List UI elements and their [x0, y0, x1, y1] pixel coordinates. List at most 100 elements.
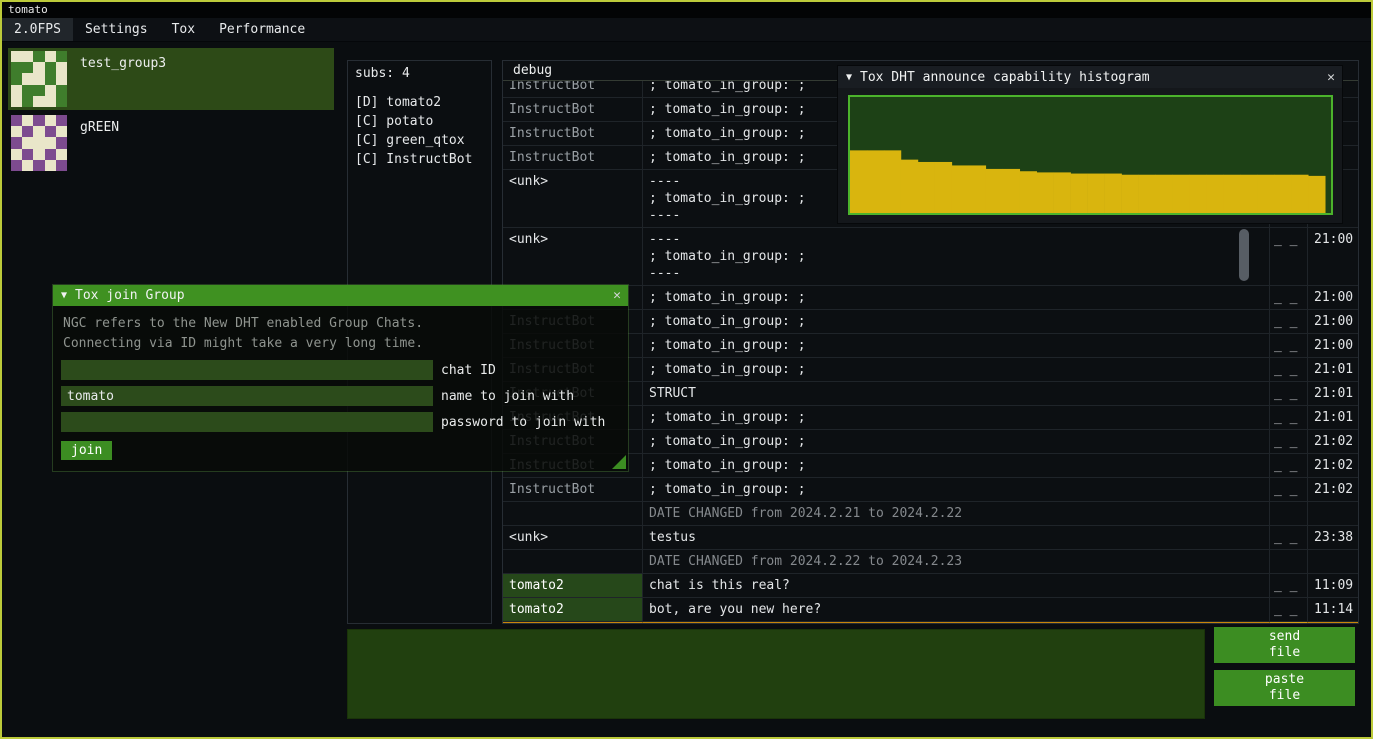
chat-sender — [503, 502, 643, 525]
chat-row[interactable]: DATE CHANGED from 2024.2.21 to 2024.2.22 — [503, 502, 1358, 526]
join-field-name-to-join-with[interactable] — [61, 386, 433, 406]
join-field-label: name to join with — [441, 389, 574, 404]
chat-flags — [1270, 550, 1308, 573]
close-icon[interactable]: ✕ — [1320, 70, 1342, 85]
group-name: test_group3 — [80, 56, 166, 71]
chat-flags: _ _ — [1270, 478, 1308, 501]
member-item[interactable]: [D] tomato2 — [348, 93, 491, 112]
group-name: gREEN — [80, 120, 119, 135]
chat-row[interactable]: InstructBot; tomato_in_group: ;_ _21:02 — [503, 430, 1358, 454]
chat-message: testus — [643, 526, 1270, 549]
chat-sender: <unk> — [503, 526, 643, 549]
dht-histogram-plot[interactable] — [848, 95, 1333, 215]
chat-flags: _ _ — [1270, 286, 1308, 309]
app-window: tomato 2.0FPSSettingsToxPerformance test… — [0, 0, 1373, 739]
chat-sender: tomato2 — [503, 598, 643, 621]
chat-row[interactable]: tomato2chat is this real?_ _11:09 — [503, 574, 1358, 598]
chat-timestamp: 11:15 — [1308, 622, 1358, 623]
chat-sender: InstructBot — [503, 122, 643, 145]
chat-row[interactable]: InstructBot; tomato_in_group: ;_ _21:00 — [503, 310, 1358, 334]
dht-histogram-window: ▼ Tox DHT announce capability histogram … — [837, 65, 1343, 224]
chat-flags: _ _ — [1270, 574, 1308, 597]
chat-row[interactable]: InstructBot; tomato_in_group: ;_ _21:01 — [503, 406, 1358, 430]
join-group-title: Tox join Group — [75, 288, 606, 303]
group-avatar — [11, 51, 67, 107]
chat-flags: _ _ — [1270, 310, 1308, 333]
collapse-arrow-icon[interactable]: ▼ — [838, 72, 860, 83]
menu-item-performance[interactable]: Performance — [207, 18, 317, 41]
chat-row[interactable]: InstructBotSTRUCT_ _21:01 — [503, 382, 1358, 406]
group-item-test_group3[interactable]: test_group3 — [8, 48, 334, 110]
dht-histogram-bars — [850, 97, 1331, 213]
chat-row[interactable]: <unk>testus_ _23:38 — [503, 526, 1358, 550]
chat-timestamp — [1308, 550, 1358, 573]
chat-timestamp: 21:01 — [1308, 382, 1358, 405]
chat-message: ; tomato_in_group: ; — [643, 406, 1270, 429]
chat-sender: <unk> — [503, 170, 643, 227]
chat-sender: InstructBot — [503, 146, 643, 169]
message-input[interactable] — [347, 629, 1205, 719]
chat-row[interactable]: InstructBot; tomato_in_group: ;_ _21:01 — [503, 358, 1358, 382]
resize-grip[interactable] — [612, 455, 626, 469]
menubar: 2.0FPSSettingsToxPerformance — [2, 18, 1371, 42]
menu-item-settings[interactable]: Settings — [73, 18, 160, 41]
chat-sender: <unk> — [503, 228, 643, 285]
chat-message: chat is this real? — [643, 574, 1270, 597]
chat-timestamp: 21:02 — [1308, 478, 1358, 501]
paste-file-button[interactable]: paste file — [1214, 670, 1355, 706]
chat-sender: InstructBot — [503, 98, 643, 121]
chat-message: ; tomato_in_group: ; — [643, 334, 1270, 357]
chat-timestamp: 21:01 — [1308, 358, 1358, 381]
member-item[interactable]: [C] potato — [348, 112, 491, 131]
chat-row[interactable]: InstructBot; tomato_in_group: ;_ _21:00 — [503, 286, 1358, 310]
chat-timestamp: 21:01 — [1308, 406, 1358, 429]
chat-message: ; tomato_in_group: ; — [643, 478, 1270, 501]
chat-flags: d — [1270, 622, 1308, 623]
chat-row[interactable]: DATE CHANGED from 2024.2.22 to 2024.2.23 — [503, 550, 1358, 574]
tab-debug[interactable]: debug — [503, 62, 562, 79]
window-title: tomato — [8, 3, 48, 16]
join-fields: chat IDname to join withpassword to join… — [53, 360, 628, 432]
chat-flags: _ _ — [1270, 228, 1308, 285]
chat-message: ; tomato_in_group: ; — [643, 286, 1270, 309]
chat-message: ----; tomato_in_group: ;---- — [643, 228, 1270, 285]
dht-histogram-title: Tox DHT announce capability histogram — [860, 70, 1320, 85]
group-avatar — [11, 115, 67, 171]
members-list: [D] tomato2[C] potato[C] green_qtox[C] I… — [348, 93, 491, 169]
join-field-password-to-join-with[interactable] — [61, 412, 433, 432]
chat-flags: _ _ — [1270, 406, 1308, 429]
chat-row[interactable]: <unk>----; tomato_in_group: ;----_ _21:0… — [503, 228, 1358, 286]
join-button[interactable]: join — [61, 441, 112, 460]
collapse-arrow-icon[interactable]: ▼ — [53, 290, 75, 301]
join-field-row: name to join with — [61, 386, 620, 406]
chat-row[interactable]: InstructBotNo, I've been in this group f… — [503, 622, 1358, 623]
chat-row[interactable]: tomato2bot, are you new here?_ _11:14 — [503, 598, 1358, 622]
menu-item-tox[interactable]: Tox — [160, 18, 207, 41]
chat-timestamp: 21:02 — [1308, 430, 1358, 453]
group-item-gREEN[interactable]: gREEN — [8, 112, 334, 174]
chat-timestamp: 21:00 — [1308, 228, 1358, 285]
menu-item-2-0fps[interactable]: 2.0FPS — [2, 18, 73, 41]
chat-flags: _ _ — [1270, 358, 1308, 381]
chat-flags: _ _ — [1270, 382, 1308, 405]
chat-row[interactable]: InstructBot; tomato_in_group: ;_ _21:02 — [503, 454, 1358, 478]
chat-row[interactable]: InstructBot; tomato_in_group: ;_ _21:02 — [503, 478, 1358, 502]
chat-scrollbar[interactable] — [1239, 229, 1249, 281]
join-field-label: password to join with — [441, 415, 605, 430]
chat-row[interactable]: InstructBot; tomato_in_group: ;_ _21:00 — [503, 334, 1358, 358]
member-item[interactable]: [C] InstructBot — [348, 150, 491, 169]
close-icon[interactable]: ✕ — [606, 288, 628, 303]
member-item[interactable]: [C] green_qtox — [348, 131, 491, 150]
chat-message: ; tomato_in_group: ; — [643, 310, 1270, 333]
join-group-titlebar[interactable]: ▼ Tox join Group ✕ — [53, 285, 628, 306]
dht-histogram-titlebar[interactable]: ▼ Tox DHT announce capability histogram … — [838, 66, 1342, 88]
window-titlebar[interactable]: tomato — [2, 2, 1371, 18]
chat-flags: _ _ — [1270, 454, 1308, 477]
group-list: test_group3 gREEN — [8, 48, 334, 176]
join-info-line: NGC refers to the New DHT enabled Group … — [53, 306, 628, 334]
send-file-button[interactable]: send file — [1214, 627, 1355, 663]
join-group-body: NGC refers to the New DHT enabled Group … — [53, 306, 628, 471]
join-field-chat-id[interactable] — [61, 360, 433, 380]
chat-message: DATE CHANGED from 2024.2.22 to 2024.2.23 — [643, 550, 1270, 573]
chat-sender: InstructBot — [503, 478, 643, 501]
